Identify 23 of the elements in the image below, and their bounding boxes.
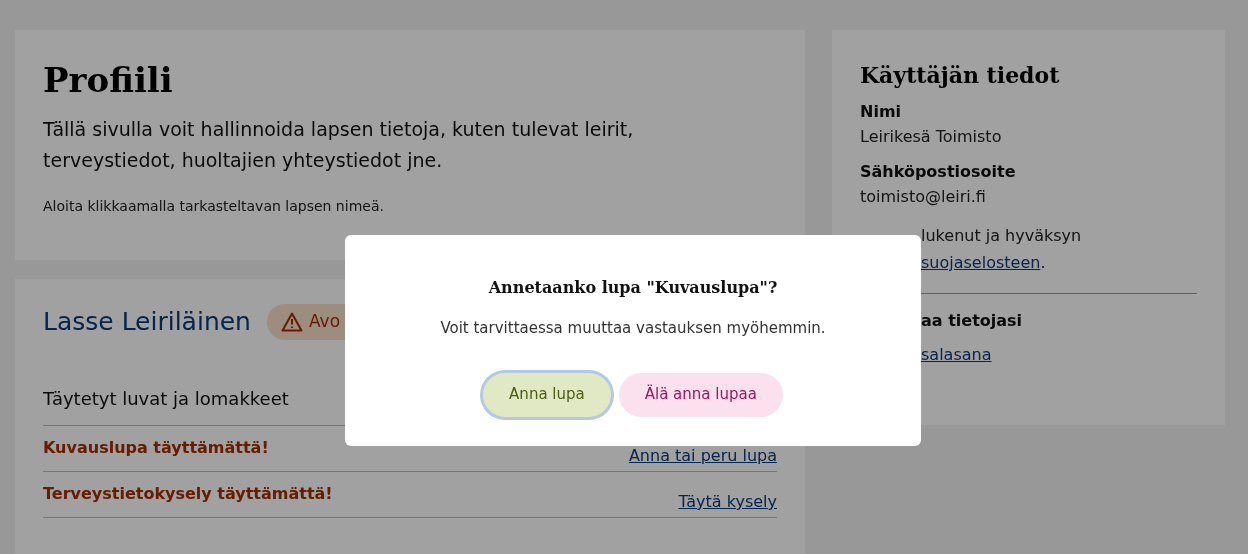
privacy-link[interactable]: suojaselosteen — [921, 249, 1041, 276]
confirm-button[interactable]: Anna lupa — [483, 372, 611, 417]
form-status: Kuvauslupa täyttämättä! — [43, 437, 269, 459]
card-title: Käyttäjän tiedot — [860, 61, 1061, 90]
decline-button[interactable]: Älä anna lupaa — [618, 372, 783, 417]
hint-text: Aloita klikkaamalla tarkasteltavan lapsen nimeä. — [43, 197, 385, 216]
page-title: Profiili — [43, 59, 174, 102]
field-value: toimisto@leiri.fi — [860, 186, 987, 208]
form-link[interactable]: Täytä kysely — [678, 490, 777, 514]
form-status: Terveystietokysely täyttämättä! — [43, 483, 333, 505]
form-link[interactable]: Anna tai peru lupa — [628, 444, 777, 468]
password-link[interactable]: salasana — [921, 343, 1197, 367]
intro-text: Tällä sivulla voit hallinnoida lapsen tietoja, kuten tulevat leirit, terveystiedot, huoltajien yhteystiedot jne. — [43, 117, 635, 173]
warning-icon — [280, 311, 303, 332]
field-value: Leirikesä Toimisto — [860, 126, 1003, 148]
field-label: Sähköpostiosoite — [860, 161, 1017, 183]
child-name[interactable]: Lasse Leiriläinen — [43, 303, 251, 341]
section-heading: aa tietojasi — [921, 310, 1024, 332]
field-label: Nimi — [860, 101, 903, 123]
dialog-title: Annetaanko lupa "Kuvauslupa"? — [488, 277, 778, 299]
dialog-message: Voit tarvittaessa muuttaa vastauksen myöhemmin. — [440, 318, 826, 339]
consent-text: lukenut ja hyväksyn — [921, 225, 1083, 247]
period-text: . — [1040, 252, 1046, 274]
